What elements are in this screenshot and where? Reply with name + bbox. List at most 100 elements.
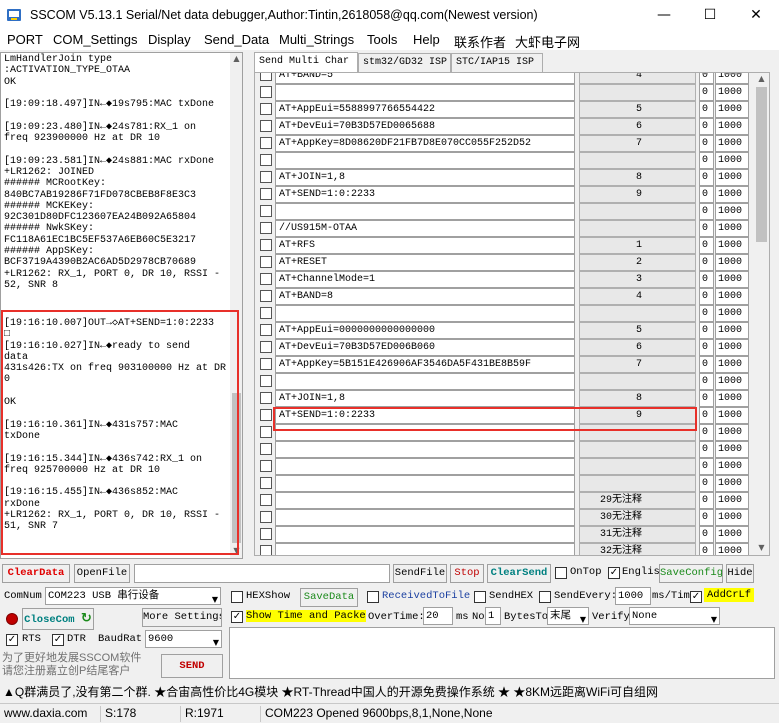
row-send-button[interactable] xyxy=(579,373,696,390)
maximize-button[interactable]: ☐ xyxy=(687,0,733,30)
save-config-button[interactable]: SaveConfig xyxy=(659,564,723,583)
row-order-input[interactable]: 0 xyxy=(699,543,714,555)
row-delay-input[interactable]: 1000 xyxy=(715,73,749,84)
menu-contact-author[interactable]: 联系作者 xyxy=(454,32,506,51)
row-order-input[interactable]: 0 xyxy=(699,101,714,118)
row-send-button[interactable]: 7 xyxy=(579,356,696,373)
clear-data-button[interactable]: ClearData xyxy=(2,564,70,583)
no-input[interactable]: 1 xyxy=(485,607,501,625)
menu-daxia-site[interactable]: 大虾电子网 xyxy=(515,32,580,51)
row-delay-input[interactable]: 1000 xyxy=(715,220,749,237)
row-delay-input[interactable]: 1000 xyxy=(715,526,749,543)
row-send-button[interactable] xyxy=(579,203,696,220)
row-order-input[interactable]: 0 xyxy=(699,118,714,135)
row-checkbox[interactable] xyxy=(260,545,272,555)
row-order-input[interactable]: 0 xyxy=(699,475,714,492)
row-checkbox[interactable] xyxy=(260,103,272,115)
rts-checkbox[interactable]: ✓ xyxy=(6,634,18,646)
row-delay-input[interactable]: 1000 xyxy=(715,169,749,186)
stop-button[interactable]: Stop xyxy=(450,564,484,583)
row-order-input[interactable]: 0 xyxy=(699,186,714,203)
row-command-input[interactable]: AT+RESET xyxy=(275,254,575,271)
row-delay-input[interactable]: 1000 xyxy=(715,475,749,492)
multi-scrollbar[interactable]: ▲ ▼ xyxy=(754,73,769,555)
row-delay-input[interactable]: 1000 xyxy=(715,152,749,169)
row-order-input[interactable]: 0 xyxy=(699,84,714,101)
row-command-input[interactable] xyxy=(275,305,575,322)
row-order-input[interactable]: 0 xyxy=(699,458,714,475)
row-command-input[interactable]: AT+ChannelMode=1 xyxy=(275,271,575,288)
row-order-input[interactable]: 0 xyxy=(699,373,714,390)
minimize-button[interactable]: — xyxy=(641,0,687,30)
received-to-file-checkbox[interactable] xyxy=(367,591,379,603)
interval-input[interactable]: 1000 xyxy=(615,587,651,605)
english-checkbox[interactable]: ✓ xyxy=(608,567,620,579)
file-path-input[interactable] xyxy=(134,564,390,583)
row-checkbox[interactable] xyxy=(260,392,272,404)
row-order-input[interactable]: 0 xyxy=(699,339,714,356)
promo-text[interactable]: 为了更好地发展SSCOM软件 请您注册嘉立创P结尾客户 xyxy=(2,652,142,678)
row-checkbox[interactable] xyxy=(260,205,272,217)
row-checkbox[interactable] xyxy=(260,477,272,489)
row-delay-input[interactable]: 1000 xyxy=(715,203,749,220)
row-delay-input[interactable]: 1000 xyxy=(715,237,749,254)
row-send-button[interactable]: 7 xyxy=(579,135,696,152)
row-command-input[interactable]: AT+DevEui=70B3D57ED0065688 xyxy=(275,118,575,135)
menu-port[interactable]: PORT xyxy=(7,32,43,47)
row-order-input[interactable]: 0 xyxy=(699,322,714,339)
row-send-button[interactable]: 30无注释 xyxy=(579,509,696,526)
more-settings-button[interactable]: More Settings xyxy=(142,608,222,627)
send-file-button[interactable]: SendFile xyxy=(393,564,447,583)
open-file-button[interactable]: OpenFile xyxy=(74,564,130,583)
row-checkbox[interactable] xyxy=(260,137,272,149)
row-order-input[interactable]: 0 xyxy=(699,509,714,526)
row-delay-input[interactable]: 1000 xyxy=(715,135,749,152)
row-command-input[interactable] xyxy=(275,84,575,101)
row-delay-input[interactable]: 1000 xyxy=(715,322,749,339)
row-checkbox[interactable] xyxy=(260,239,272,251)
row-command-input[interactable]: AT+AppKey=5B151E426906AF3546DA5F431BE8B5… xyxy=(275,356,575,373)
menu-send-data[interactable]: Send_Data xyxy=(204,32,269,47)
row-checkbox[interactable] xyxy=(260,341,272,353)
send-every-checkbox[interactable] xyxy=(539,591,551,603)
row-command-input[interactable]: AT+AppEui=5588997766554422 xyxy=(275,101,575,118)
send-button[interactable]: SEND xyxy=(161,654,223,678)
row-order-input[interactable]: 0 xyxy=(699,220,714,237)
com-port-select[interactable]: COM223 USB 串行设备 ▼ xyxy=(45,587,221,605)
row-send-button[interactable]: 5 xyxy=(579,322,696,339)
close-button[interactable]: ✕ xyxy=(733,0,779,30)
row-command-input[interactable] xyxy=(275,509,575,526)
hide-button[interactable]: Hide xyxy=(726,564,754,583)
row-order-input[interactable]: 0 xyxy=(699,271,714,288)
row-send-button[interactable]: 3 xyxy=(579,271,696,288)
row-send-button[interactable] xyxy=(579,152,696,169)
show-time-checkbox[interactable]: ✓ xyxy=(231,611,243,623)
row-send-button[interactable]: 9 xyxy=(579,186,696,203)
row-command-input[interactable]: AT+AppEui=0000000000000000 xyxy=(275,322,575,339)
status-website[interactable]: www.daxia.com xyxy=(0,706,87,722)
row-send-button[interactable]: 29无注释 xyxy=(579,492,696,509)
tab-send-multi-char[interactable]: Send Multi Char xyxy=(254,52,358,73)
row-send-button[interactable]: 2 xyxy=(579,254,696,271)
row-send-button[interactable] xyxy=(579,458,696,475)
row-checkbox[interactable] xyxy=(260,426,272,438)
row-command-input[interactable]: AT+JOIN=1,8 xyxy=(275,390,575,407)
row-send-button[interactable]: 32无注释 xyxy=(579,543,696,555)
menu-com-settings[interactable]: COM_Settings xyxy=(53,32,138,47)
row-delay-input[interactable]: 1000 xyxy=(715,424,749,441)
row-command-input[interactable]: AT+AppKey=8D08620DF21FB7D8E070CC055F252D… xyxy=(275,135,575,152)
row-order-input[interactable]: 0 xyxy=(699,305,714,322)
row-send-button[interactable]: 6 xyxy=(579,339,696,356)
row-send-button[interactable]: 8 xyxy=(579,390,696,407)
row-checkbox[interactable] xyxy=(260,256,272,268)
row-delay-input[interactable]: 1000 xyxy=(715,84,749,101)
overtime-input[interactable]: 20 xyxy=(423,607,453,625)
row-checkbox[interactable] xyxy=(260,154,272,166)
row-checkbox[interactable] xyxy=(260,409,272,421)
row-command-input[interactable] xyxy=(275,203,575,220)
row-send-button[interactable] xyxy=(579,84,696,101)
row-send-button[interactable]: 31无注释 xyxy=(579,526,696,543)
hexshow-checkbox[interactable] xyxy=(231,591,243,603)
row-checkbox[interactable] xyxy=(260,290,272,302)
row-checkbox[interactable] xyxy=(260,358,272,370)
